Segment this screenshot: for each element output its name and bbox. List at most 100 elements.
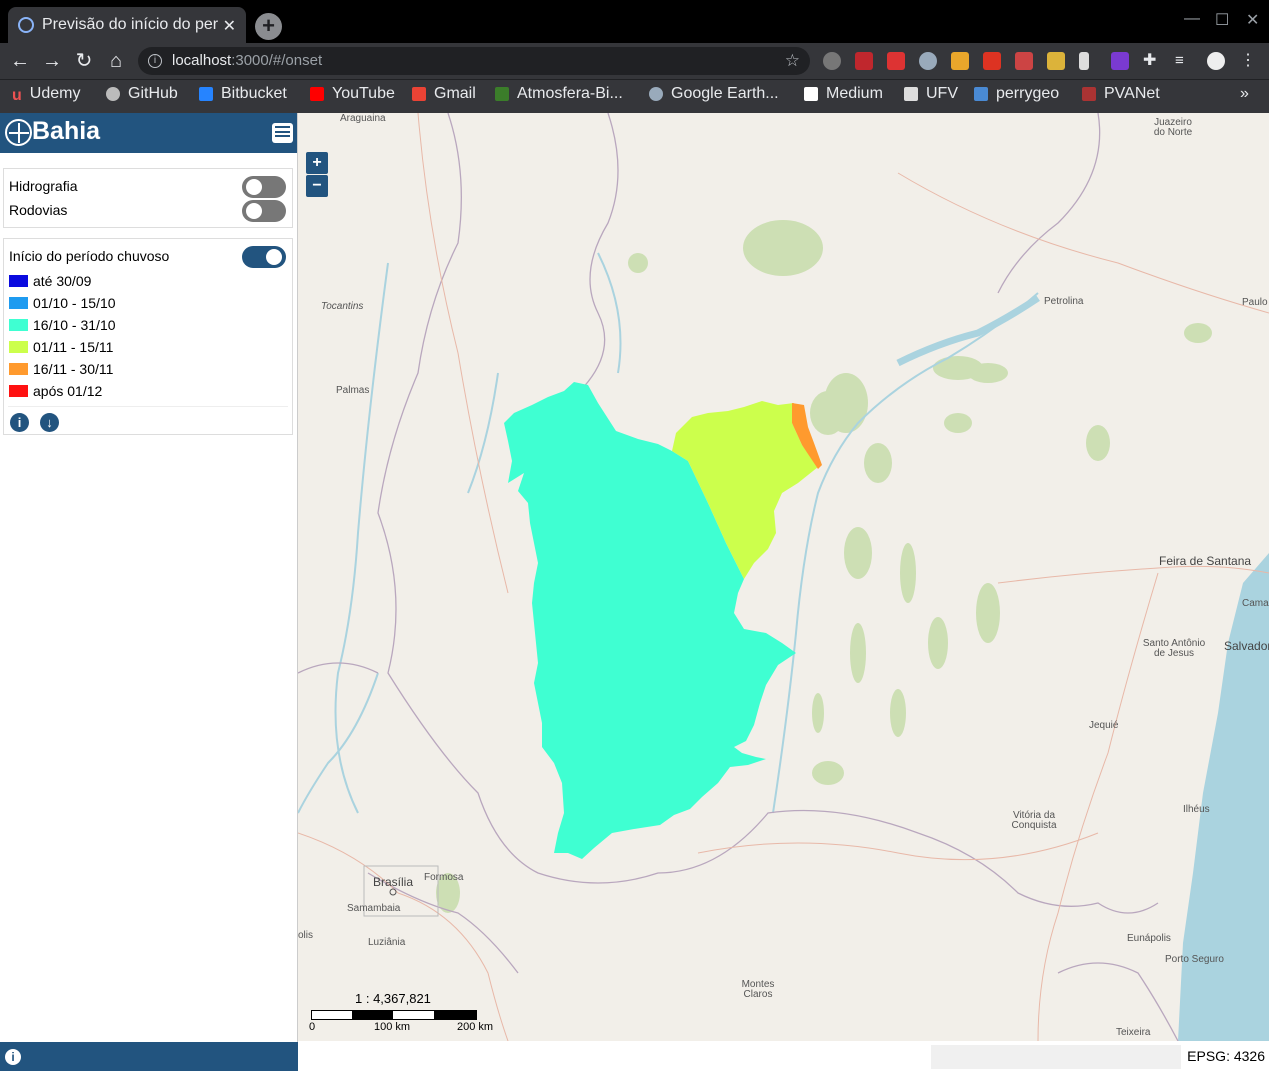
hamburger-menu-icon[interactable] (272, 123, 293, 143)
sidebar-header: Bahia (0, 113, 297, 153)
bookmark-medium[interactable]: Medium (804, 85, 883, 103)
scale-tick: 0 (309, 1021, 316, 1033)
place-label: olis (298, 930, 314, 941)
bookmark-udemy[interactable]: u Udemy (12, 85, 80, 104)
extension-icon[interactable] (983, 52, 1001, 70)
extension-icon[interactable] (1079, 52, 1089, 70)
place-label: Tocantins (321, 301, 364, 312)
bookmark-star-icon[interactable]: ☆ (785, 47, 800, 75)
projection-label: EPSG: 4326 (1187, 1048, 1265, 1064)
place-label: Juazeiro do Norte (1153, 117, 1193, 138)
legend-swatch (9, 319, 28, 331)
extension-icon[interactable] (951, 52, 969, 70)
place-label: Petrolina (1044, 296, 1084, 307)
new-tab-button[interactable]: + (255, 13, 282, 40)
legend-label: após 01/12 (33, 383, 103, 399)
sidebar-footer: i (0, 1042, 298, 1071)
place-label: Montes Claros (741, 979, 775, 1000)
bookmark-google-earth[interactable]: Google Earth... (649, 85, 779, 103)
bookmark-atmosfera[interactable]: Atmosfera-Bi... (495, 85, 623, 103)
maximize-icon[interactable]: ☐ (1215, 10, 1229, 30)
minimize-icon[interactable]: — (1184, 10, 1200, 28)
address-bar[interactable]: i localhost:3000/#/onset ☆ (138, 47, 810, 75)
profile-avatar[interactable] (1207, 52, 1225, 70)
place-label: Samambaia (347, 903, 401, 914)
place-label: Araguaina (340, 113, 386, 124)
scale-ratio: 1 : 4,367,821 (355, 991, 431, 1006)
rodovias-toggle[interactable] (242, 200, 286, 222)
forward-icon[interactable]: → (40, 49, 64, 73)
bookmark-bitbucket[interactable]: Bitbucket (199, 85, 287, 103)
url-host: localhost (172, 52, 232, 69)
browser-toolbar: ← → ↻ ⌂ i localhost:3000/#/onset ☆ ✚ ≡ ⋮ (0, 43, 1269, 79)
hidrografia-toggle[interactable] (242, 176, 286, 198)
place-label: Salvador (1224, 639, 1269, 653)
extension-icon[interactable] (919, 52, 937, 70)
legend-label: até 30/09 (33, 273, 92, 289)
layer-label: Hidrografia (9, 178, 78, 194)
info-button[interactable]: i (10, 413, 29, 432)
scale-tick: 100 km (374, 1021, 411, 1033)
download-button[interactable]: ↓ (40, 413, 59, 432)
place-label: Santo Antônio de Jesus (1142, 638, 1206, 659)
legend-swatch (9, 385, 28, 397)
extension-icon[interactable] (1015, 52, 1033, 70)
place-label: Paulo (1242, 297, 1268, 308)
bookmark-pvanet[interactable]: PVANet (1082, 85, 1160, 103)
layer-row-rodovias: Rodovias (4, 198, 292, 222)
legend-swatch (9, 275, 28, 287)
reload-icon[interactable]: ↻ (72, 49, 96, 73)
bookmarks-bar: u Udemy GitHub Bitbucket YouTube Gmail At… (0, 79, 1269, 113)
home-icon[interactable]: ⌂ (104, 49, 128, 73)
scale-bar (311, 1010, 477, 1020)
onset-legend-panel: Início do período chuvoso até 30/09 01/10… (3, 238, 293, 435)
media-icon[interactable]: ≡ (1175, 52, 1193, 70)
legend-title: Início do período chuvoso (9, 248, 170, 264)
browser-tab[interactable]: Previsão do início do período chuvoso ✕ (8, 7, 246, 43)
bookmark-perrygeo[interactable]: perrygeo (974, 85, 1059, 103)
app-logo: Bahia (32, 117, 101, 145)
legend-item: após 01/12 (4, 380, 292, 402)
place-label: Feira de Santana (1159, 554, 1252, 568)
site-info-icon[interactable]: i (148, 54, 162, 68)
browser-tab-bar: Previsão do início do período chuvoso ✕ … (0, 0, 1269, 43)
map-canvas (298, 113, 1269, 1041)
layer-label: Rodovias (9, 202, 68, 218)
ublock-icon[interactable] (855, 52, 873, 70)
legend-item: 01/10 - 15/10 (4, 292, 292, 314)
scale-tick: 200 km (457, 1021, 494, 1033)
about-info-icon[interactable]: i (5, 1049, 21, 1065)
legend-swatch (9, 363, 28, 375)
place-label: Ilhéus (1183, 804, 1210, 815)
legend-label: 16/11 - 30/11 (33, 361, 114, 377)
zoom-in-button[interactable]: + (306, 152, 328, 174)
legend-title-row: Início do período chuvoso (4, 243, 292, 270)
close-window-icon[interactable]: ✕ (1246, 10, 1259, 30)
zoom-out-button[interactable]: − (306, 175, 328, 197)
onset-layer-toggle[interactable] (242, 246, 286, 268)
extension-icon[interactable] (1111, 52, 1129, 70)
place-label: Porto Seguro (1165, 954, 1224, 965)
bookmark-youtube[interactable]: YouTube (310, 85, 395, 103)
bookmarks-overflow-icon[interactable]: » (1240, 85, 1249, 103)
extension-icon[interactable] (823, 52, 841, 70)
extensions-puzzle-icon[interactable]: ✚ (1143, 52, 1161, 70)
legend-actions: i ↓ (8, 406, 288, 436)
tab-favicon-icon (18, 17, 34, 33)
legend-item: 16/11 - 30/11 (4, 358, 292, 380)
tab-close-icon[interactable]: ✕ (223, 16, 236, 36)
bookmark-ufv[interactable]: UFV (904, 85, 958, 103)
layer-row-hidrografia: Hidrografia (4, 174, 292, 198)
map-view[interactable]: + − Araguaina Juazeiro do Norte Tocantin… (298, 113, 1269, 1041)
place-label: Luziânia (368, 937, 406, 948)
extension-icon[interactable] (887, 52, 905, 70)
back-icon[interactable]: ← (8, 49, 32, 73)
bookmark-github[interactable]: GitHub (106, 85, 178, 103)
place-label: Eunápolis (1127, 933, 1171, 944)
extension-icon[interactable] (1047, 52, 1065, 70)
place-label: Brasília (373, 875, 414, 889)
browser-menu-icon[interactable]: ⋮ (1240, 52, 1258, 70)
place-label: Teixeira (1116, 1027, 1151, 1038)
legend-label: 01/10 - 15/10 (33, 295, 116, 311)
bookmark-gmail[interactable]: Gmail (412, 85, 476, 103)
